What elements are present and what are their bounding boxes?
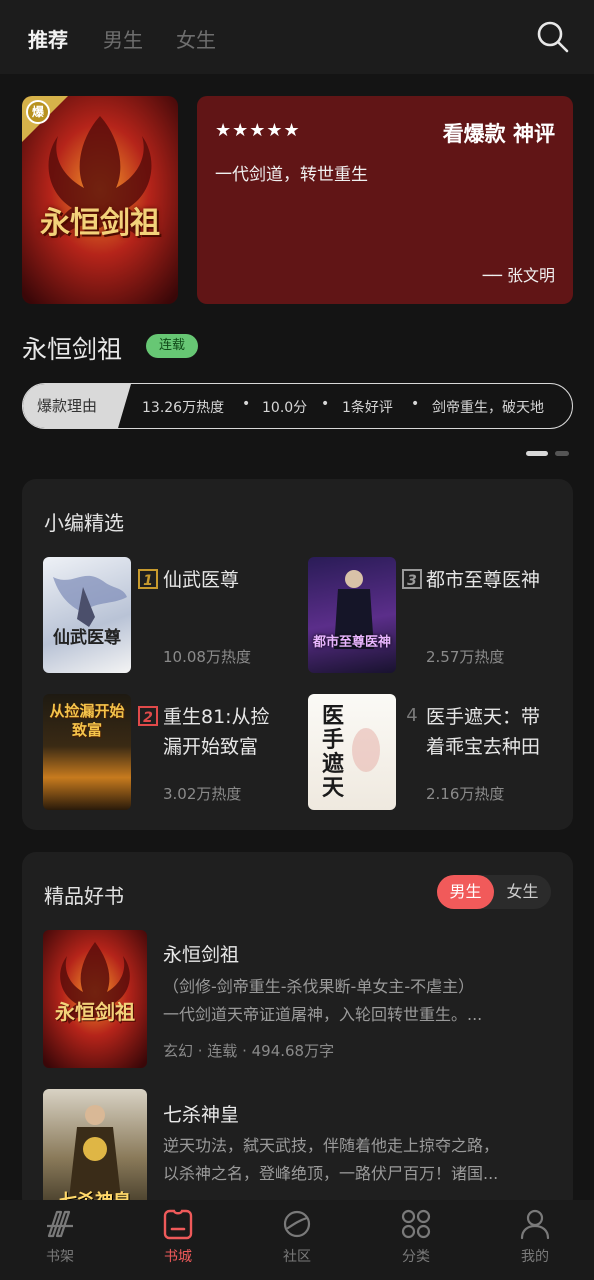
rank-badge: 3 — [402, 569, 422, 589]
book-cover[interactable]: 从捡漏开始致富 — [43, 694, 131, 810]
nav-profile[interactable]: 我的 — [495, 1208, 575, 1274]
book-title[interactable]: 永恒剑祖 — [163, 940, 239, 967]
hot-reason-bar[interactable]: 爆款理由 13.26万热度 • 10.0分 • 1条好评 • 剑帝重生，破天地 — [22, 383, 573, 429]
book-cover[interactable]: 仙武医尊 — [43, 557, 131, 673]
pick-title[interactable]: 医手遮天：带 着乖宝去种田 — [426, 702, 540, 762]
gender-option-male[interactable]: 男生 — [437, 875, 494, 909]
pick-heat: 10.08万热度 — [163, 648, 251, 666]
nav-label: 分类 — [402, 1249, 430, 1265]
separator-dot: • — [411, 396, 420, 412]
nav-bookshelf[interactable]: 书架 — [20, 1208, 100, 1274]
quality-books-section: 精品好书 男生 女生 永恒剑祖 永恒剑祖 （剑修-剑帝重生-杀伐果断-单女主-不… — [22, 852, 573, 1227]
top-bar: 推荐 男生 女生 — [0, 0, 594, 74]
reason-tagline: 剑帝重生，破天地 — [432, 400, 544, 416]
editor-picks-section: 小编精选 仙武医尊 1 仙武医尊 10.08万热度 都市至尊医神 3 都市至尊医… — [22, 479, 573, 830]
section-title: 小编精选 — [44, 511, 124, 535]
review-text: 一代剑道，转世重生 — [215, 165, 368, 185]
gender-option-female[interactable]: 女生 — [494, 875, 551, 909]
carousel-indicator-active — [526, 451, 548, 456]
cover-title-art: 仙武医尊 — [53, 628, 121, 648]
pick-heat: 3.02万热度 — [163, 785, 242, 803]
featured-review-card[interactable]: ★★★★★ 看爆款 神评 一代剑道，转世重生 ── 张文明 — [197, 96, 573, 304]
pick-title[interactable]: 都市至尊医神 — [426, 565, 540, 595]
cover-title-art: 从捡漏开始致富 — [49, 702, 125, 739]
pick-heat: 2.16万热度 — [426, 785, 505, 803]
nav-label: 社区 — [283, 1249, 311, 1265]
rank-badge: 2 — [138, 706, 158, 726]
pick-title[interactable]: 仙武医尊 — [163, 565, 239, 595]
reason-reviews: 1条好评 — [342, 400, 393, 416]
book-meta: 玄幻 · 连载 · 494.68万字 — [163, 1042, 335, 1060]
cover-title-art: 永恒剑祖 — [40, 206, 160, 241]
book-title[interactable]: 七杀神皇 — [163, 1100, 239, 1127]
bookstore-icon — [163, 1209, 193, 1240]
nav-label: 书城 — [164, 1249, 192, 1265]
rank-badge: 1 — [138, 569, 158, 589]
reason-heat: 13.26万热度 — [142, 400, 225, 416]
book-cover[interactable]: 都市至尊医神 — [308, 557, 396, 673]
pick-heat: 2.57万热度 — [426, 648, 505, 666]
gender-switch[interactable]: 男生 女生 — [437, 875, 551, 909]
bottom-navigation: 书架 书城 社区 分类 我的 — [0, 1200, 594, 1280]
cover-title-art: 都市至尊医神 — [312, 635, 391, 650]
pick-title[interactable]: 重生81:从捡 漏开始致富 — [163, 702, 270, 762]
featured-book-title[interactable]: 永恒剑祖 — [22, 330, 122, 366]
rank-badge: 4 — [406, 705, 418, 726]
tab-recommend[interactable]: 推荐 — [28, 24, 68, 53]
rating-stars: ★★★★★ — [215, 120, 301, 141]
category-grid-icon — [401, 1209, 431, 1239]
book-cover[interactable]: 医手遮天 — [308, 694, 396, 810]
nav-community[interactable]: 社区 — [257, 1208, 337, 1274]
hot-badge-label: 爆 — [26, 100, 50, 124]
bookshelf-icon — [47, 1210, 73, 1238]
planet-icon — [283, 1210, 311, 1238]
tab-male[interactable]: 男生 — [103, 24, 143, 53]
nav-label: 书架 — [46, 1249, 74, 1265]
nav-bookstore[interactable]: 书城 — [138, 1208, 218, 1274]
nav-category[interactable]: 分类 — [376, 1208, 456, 1274]
carousel-indicator — [555, 451, 569, 456]
book-description: 逆天功法，弑天武技，伴随着他走上掠夺之路， 以杀神之名，登峰绝顶，一路伏尸百万！… — [163, 1136, 500, 1183]
cover-title-art: 永恒剑祖 — [55, 1000, 135, 1024]
tab-female[interactable]: 女生 — [176, 24, 216, 53]
reason-label: 爆款理由 — [23, 384, 131, 428]
book-description: （剑修-剑帝重生-杀伐果断-单女主-不虐主） 一代剑道天帝证道屠神，入轮回转世重… — [163, 977, 483, 1024]
featured-book-cover[interactable]: 爆 永恒剑祖 — [22, 96, 178, 304]
user-icon — [520, 1209, 550, 1240]
separator-dot: • — [321, 396, 330, 412]
review-author: ── 张文明 — [482, 266, 555, 285]
review-heading: 看爆款 神评 — [442, 122, 555, 146]
separator-dot: • — [242, 396, 251, 412]
cover-title-art: 医手遮天 — [322, 703, 345, 801]
status-badge: 连载 — [146, 334, 198, 358]
search-icon[interactable] — [536, 20, 570, 54]
book-cover[interactable]: 永恒剑祖 — [43, 930, 147, 1068]
section-title: 精品好书 — [44, 884, 124, 908]
reason-score: 10.0分 — [262, 400, 308, 416]
nav-label: 我的 — [521, 1249, 549, 1265]
